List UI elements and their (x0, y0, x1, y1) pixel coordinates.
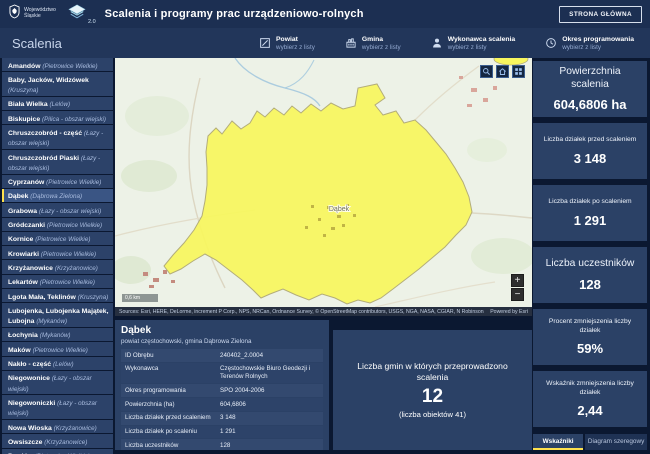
clock-icon (545, 37, 557, 49)
sidebar-item-nak-o-cz[interactable]: Nakło - część (Lelów) (2, 357, 113, 370)
town-icon (345, 37, 357, 49)
basemap-button[interactable] (512, 65, 525, 78)
sidebar-item-niegowoniczki[interactable]: Niegowoniczki (Łazy - obszar wiejski) (2, 395, 113, 419)
gmina-count-value: 12 (422, 386, 443, 408)
sidebar-item-lgota-ma-a-teklin-w[interactable]: Lgota Mała, Teklinów (Kruszyna) (2, 289, 113, 302)
geoportal-logo[interactable]: 2.0 (67, 4, 96, 25)
sidebar-item-krzy-anowice[interactable]: Krzyżanowice (Krzyżanowice) (2, 260, 113, 273)
stat-card-liczba-dzia-ek-po-scaleniem: Liczba działek po scaleniem 1 291 (533, 185, 647, 241)
page-title: Scalenia i programy prac urządzeniowo-ro… (105, 8, 364, 20)
detail-row: Wykonawca Częstochowskie Biuro Geodezji … (121, 363, 323, 384)
sidebar-item-kornice[interactable]: Kornice (Pietrowice Wielkie) (2, 232, 113, 245)
sidebar-item-gr-dczanki[interactable]: Gródczanki (Pietrowice Wielkie) (2, 218, 113, 231)
map-scale-bar: 0,6 km (122, 294, 158, 302)
attribution-sources: Sources: Esri, HERE, DeLorme, increment … (119, 309, 484, 315)
sidebar-item-krowiarki[interactable]: Krowiarki (Pietrowice Wielkie) (2, 246, 113, 259)
sidebar-item-lubojenka-lubojenka-maj-tek-lubojna[interactable]: Lubojenka, Lubojenka Majątek, Lubojna (M… (2, 303, 113, 327)
map-landuse-patch (125, 96, 189, 136)
search-icon (482, 67, 491, 76)
map-home-button[interactable] (496, 65, 509, 78)
person-icon (431, 37, 443, 49)
sidebar-item-lekart-w[interactable]: Lekartów (Pietrowice Wielkie) (2, 275, 113, 288)
detail-panel: Dąbek powiat częstochowski, gmina Dąbrow… (115, 320, 329, 450)
header: Województwo Śląskie 2.0 Scalenia i progr… (0, 0, 650, 28)
bottom-tabs: WskaźnikiDiagram szeregowy (533, 434, 647, 450)
sidebar-item-niegowonice[interactable]: Niegowonice (Łazy - obszar wiejski) (2, 371, 113, 395)
detail-table: ID Obrębu 240402_2.0004 Wykonawca Często… (121, 349, 323, 450)
detail-row: Liczba działek przed scaleniem 3 148 (121, 412, 323, 425)
detail-title: Dąbek (121, 325, 323, 336)
detail-subtitle: powiat częstochowski, gmina Dąbrowa Ziel… (121, 338, 323, 345)
filter-gmina[interactable]: Gmina wybierz z listy (345, 36, 401, 51)
map-attribution: Sources: Esri, HERE, DeLorme, increment … (115, 307, 532, 316)
detail-row: Liczba uczestników 128 (121, 439, 323, 450)
sidebar-item-amand-w[interactable]: Amandów (Pietrowice Wielkie) (2, 58, 113, 71)
locality-list: Amandów (Pietrowice Wielkie) Baby, Jackó… (2, 58, 113, 454)
sidebar-item-grabowa[interactable]: Grabowa (Łazy - obszar wiejski) (2, 203, 113, 216)
sidebar-item-nowa-wioska[interactable]: Nowa Wioska (Krzyżanowice) (2, 420, 113, 433)
stat-card-powierzchnia-scalenia: Powierzchnia scalenia 604,6806 ha (533, 61, 647, 117)
sidebar-item-mak-w[interactable]: Maków (Pietrowice Wielkie) (2, 342, 113, 355)
filter-wykonawca-scalenia[interactable]: Wykonawca scalenia wybierz z listy (431, 36, 516, 51)
detail-row: Powierzchnia (ha) 604,6806 (121, 398, 323, 411)
stat-cards: Powierzchnia scalenia 604,6806 ha Liczba… (533, 61, 647, 433)
stat-card-wska-nik-zmniejszenia-liczby-dzia-ek: Wskaźnik zmniejszenia liczby działek 2,4… (533, 371, 647, 427)
voivodeship-logo[interactable]: Województwo Śląskie (8, 4, 58, 24)
filters: Powiat wybierz z listy Gmina wybierz z l… (259, 36, 634, 51)
zoom-in-button[interactable]: + (511, 274, 524, 287)
app-root: Województwo Śląskie 2.0 Scalenia i progr… (0, 0, 650, 454)
sidebar-item-bia-a-wielka[interactable]: Biała Wielka (Lelów) (2, 97, 113, 110)
stat-card-liczba-dzia-ek-przed-scaleniem: Liczba działek przed scaleniem 3 148 (533, 123, 647, 179)
attribution-powered-by: Powered by Esri (490, 309, 528, 315)
section-title: Scalenia (12, 36, 62, 51)
layers-diamond-icon (67, 4, 87, 25)
map-canvas: Dąbek (115, 58, 532, 307)
map-landuse-patch (467, 138, 507, 162)
map-view[interactable]: Dąbek + − 0,6 km Sources: Esri, HERE, De… (115, 58, 532, 316)
filter-powiat[interactable]: Powiat wybierz z listy (259, 36, 315, 51)
polygon-label: Dąbek (329, 206, 350, 213)
home-button[interactable]: STRONA GŁÓWNA (559, 6, 642, 23)
voivodeship-logo-text: Województwo Śląskie (24, 8, 58, 20)
zoom-out-button[interactable]: − (511, 288, 524, 301)
detail-row: ID Obrębu 240402_2.0004 (121, 349, 323, 362)
sidebar-item-d-bek[interactable]: Dąbek (Dąbrowa Zielona) (2, 189, 113, 202)
geoportal-version: 2.0 (88, 19, 96, 25)
map-landuse-patch (121, 160, 177, 192)
map-toolbar (480, 65, 525, 78)
gmina-count-panel: Liczba gmin w których przeprowadzono sca… (333, 330, 532, 450)
map-landuse-patch (471, 238, 532, 274)
detail-row: Okres programowania SPO 2004-2006 (121, 384, 323, 397)
map-search-button[interactable] (480, 65, 493, 78)
sidebar-item-biskupice[interactable]: Biskupice (Pilica - obszar wiejski) (2, 111, 113, 124)
detail-row: Liczba działek po scaleniu 1 291 (121, 426, 323, 439)
tab-diagram-szeregowy[interactable]: Diagram szeregowy (585, 434, 647, 450)
grid-icon (514, 67, 523, 76)
stat-card-liczba-uczestnik-w: Liczba uczestników 128 (533, 247, 647, 303)
home-icon (498, 67, 507, 76)
stat-card-procent-zmniejszenia-liczby-dzia-ek: Procent zmniejszenia liczby działek 59% (533, 309, 647, 365)
gmina-count-title: Liczba gmin w których przeprowadzono sca… (347, 361, 518, 383)
sidebar-item-chruszczobr-d-cz[interactable]: Chruszczobród - część (Łazy - obszar wie… (2, 125, 113, 149)
sidebar-item-cyprzan-w[interactable]: Cyprzanów (Pietrowice Wielkie) (2, 175, 113, 188)
map-zoom-control: + − (511, 274, 524, 301)
sidebar-item-paw-w[interactable]: Pawłów (Pietrowice Wielkie) (2, 449, 113, 454)
sidebar-item-chruszczobr-d-piaski[interactable]: Chruszczobród Piaski (Łazy - obszar wiej… (2, 150, 113, 174)
sidebar-item-ochynia[interactable]: Łochynia (Mykanów) (2, 328, 113, 341)
region-icon (259, 37, 271, 49)
gmina-count-note: (liczba obiektów 41) (399, 410, 466, 419)
filter-bar: Scalenia Powiat wybierz z listy Gmina wy… (0, 28, 650, 58)
eagle-crest-icon (8, 4, 21, 24)
sidebar-item-baby-jack-w-widz-wek[interactable]: Baby, Jacków, Widzówek (Kruszyna) (2, 72, 113, 96)
filter-okres-programowania[interactable]: Okres programowania wybierz z listy (545, 36, 634, 51)
sidebar-item-owsiszcze[interactable]: Owsiszcze (Krzyżanowice) (2, 434, 113, 447)
tab-wska-niki[interactable]: Wskaźniki (533, 434, 583, 450)
